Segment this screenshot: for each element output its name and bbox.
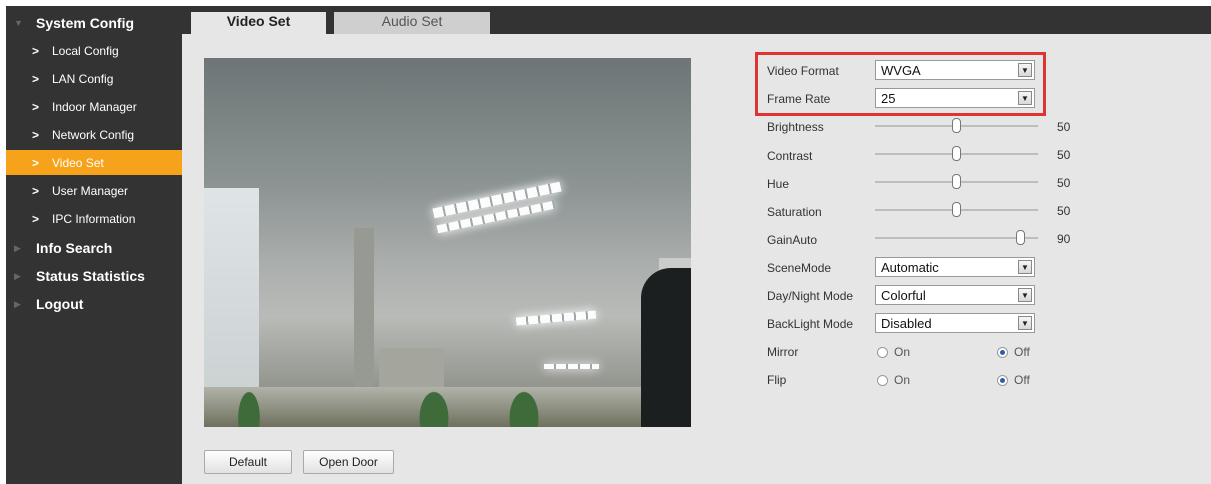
chevron-down-icon: ▼ xyxy=(1018,288,1032,302)
backlight-mode-label: BackLight Mode xyxy=(767,317,854,331)
mirror-off-radio[interactable]: Off xyxy=(997,345,1030,359)
radio-label: On xyxy=(894,373,911,387)
sidebar-item-label: Local Config xyxy=(52,43,119,58)
slider-thumb[interactable] xyxy=(952,174,961,189)
flip-off-radio[interactable]: Off xyxy=(997,373,1030,387)
chevron-right-icon: > xyxy=(32,155,40,170)
sidebar-item-label: Network Config xyxy=(52,127,135,142)
brightness-slider[interactable] xyxy=(875,118,1038,134)
sidebar-section-label: System Config xyxy=(36,15,135,31)
day-night-mode-value: Colorful xyxy=(881,287,926,303)
sidebar-section-label: Info Search xyxy=(36,240,113,256)
slider-thumb[interactable] xyxy=(952,146,961,161)
video-format-label: Video Format xyxy=(767,64,839,78)
chevron-right-icon: > xyxy=(32,183,40,198)
sidebar-section-label: Status Statistics xyxy=(36,268,145,284)
radio-checked-icon xyxy=(997,346,1008,358)
sidebar: ▼ System Config > Local Config > LAN Con… xyxy=(6,6,182,484)
radio-label: Off xyxy=(1014,373,1030,387)
slider-thumb[interactable] xyxy=(952,202,961,217)
video-format-select[interactable]: WVGA ▼ xyxy=(875,60,1035,80)
sidebar-item-video-set[interactable]: > Video Set xyxy=(6,150,182,175)
sidebar-item-label: IPC Information xyxy=(52,211,136,226)
frame-rate-value: 25 xyxy=(881,90,896,106)
mirror-on-radio[interactable]: On xyxy=(877,345,910,359)
flip-label: Flip xyxy=(767,373,787,387)
sidebar-item-ipc-information[interactable]: > IPC Information xyxy=(6,206,182,231)
chevron-down-icon: ▼ xyxy=(1018,91,1032,105)
contrast-label: Contrast xyxy=(767,149,813,163)
sidebar-section-info-search[interactable]: ▶ Info Search xyxy=(6,235,182,261)
chevron-right-icon: > xyxy=(32,43,40,58)
brightness-label: Brightness xyxy=(767,120,824,134)
chevron-right-icon: > xyxy=(32,211,40,226)
sidebar-item-network-config[interactable]: > Network Config xyxy=(6,122,182,147)
sidebar-item-label: Video Set xyxy=(52,155,104,170)
flip-on-radio[interactable]: On xyxy=(877,373,910,387)
day-night-mode-select[interactable]: Colorful ▼ xyxy=(875,285,1035,305)
saturation-slider[interactable] xyxy=(875,202,1038,218)
mirror-label: Mirror xyxy=(767,345,799,359)
radio-label: Off xyxy=(1014,345,1030,359)
tab-video-set[interactable]: Video Set xyxy=(191,12,326,34)
backlight-mode-value: Disabled xyxy=(881,315,932,331)
video-format-value: WVGA xyxy=(881,62,921,78)
triangle-right-icon: ▶ xyxy=(14,242,21,253)
chevron-down-icon: ▼ xyxy=(1018,260,1032,274)
chevron-right-icon: > xyxy=(32,127,40,142)
gain-auto-slider[interactable] xyxy=(875,230,1038,246)
gain-auto-value: 90 xyxy=(1057,232,1071,246)
radio-checked-icon xyxy=(997,374,1008,386)
chevron-down-icon: ▼ xyxy=(1018,316,1032,330)
day-night-mode-label: Day/Night Mode xyxy=(767,289,854,303)
contrast-value: 50 xyxy=(1057,148,1071,162)
sidebar-item-label: LAN Config xyxy=(52,71,114,86)
triangle-down-icon: ▼ xyxy=(14,18,23,28)
triangle-right-icon: ▶ xyxy=(14,270,21,281)
gain-auto-label: GainAuto xyxy=(767,233,818,247)
sidebar-item-label: Indoor Manager xyxy=(52,99,137,114)
chevron-right-icon: > xyxy=(32,99,40,114)
sidebar-section-label: Logout xyxy=(36,296,84,312)
saturation-label: Saturation xyxy=(767,205,822,219)
frame-rate-label: Frame Rate xyxy=(767,92,831,106)
scene-mode-value: Automatic xyxy=(881,259,939,275)
sidebar-item-indoor-manager[interactable]: > Indoor Manager xyxy=(6,94,182,119)
brightness-value: 50 xyxy=(1057,120,1071,134)
sidebar-section-status-statistics[interactable]: ▶ Status Statistics xyxy=(6,263,182,289)
hue-slider[interactable] xyxy=(875,174,1038,190)
frame-rate-select[interactable]: 25 ▼ xyxy=(875,88,1035,108)
sidebar-item-user-manager[interactable]: > User Manager xyxy=(6,178,182,203)
sidebar-item-lan-config[interactable]: > LAN Config xyxy=(6,66,182,91)
tab-audio-set[interactable]: Audio Set xyxy=(334,12,490,34)
scene-mode-label: SceneMode xyxy=(767,261,832,275)
sidebar-section-system-config[interactable]: ▼ System Config xyxy=(6,10,182,36)
tab-bar: Video Set Audio Set xyxy=(182,6,1211,34)
scene-mode-select[interactable]: Automatic ▼ xyxy=(875,257,1035,277)
main-panel: Default Open Door Video Format WVGA ▼ Fr… xyxy=(182,34,1211,484)
chevron-right-icon: > xyxy=(32,71,40,86)
radio-label: On xyxy=(894,345,911,359)
slider-thumb[interactable] xyxy=(952,118,961,133)
sidebar-item-local-config[interactable]: > Local Config xyxy=(6,38,182,63)
hue-label: Hue xyxy=(767,177,790,191)
triangle-right-icon: ▶ xyxy=(14,298,21,309)
radio-unchecked-icon xyxy=(877,374,888,386)
backlight-mode-select[interactable]: Disabled ▼ xyxy=(875,313,1035,333)
chevron-down-icon: ▼ xyxy=(1018,63,1032,77)
sidebar-section-logout[interactable]: ▶ Logout xyxy=(6,291,182,317)
sidebar-item-label: User Manager xyxy=(52,183,129,198)
saturation-value: 50 xyxy=(1057,204,1071,218)
video-preview xyxy=(204,58,691,427)
contrast-slider[interactable] xyxy=(875,146,1038,162)
default-button[interactable]: Default xyxy=(204,450,292,474)
hue-value: 50 xyxy=(1057,176,1071,190)
slider-thumb[interactable] xyxy=(1016,230,1025,245)
open-door-button[interactable]: Open Door xyxy=(303,450,394,474)
radio-unchecked-icon xyxy=(877,346,888,358)
